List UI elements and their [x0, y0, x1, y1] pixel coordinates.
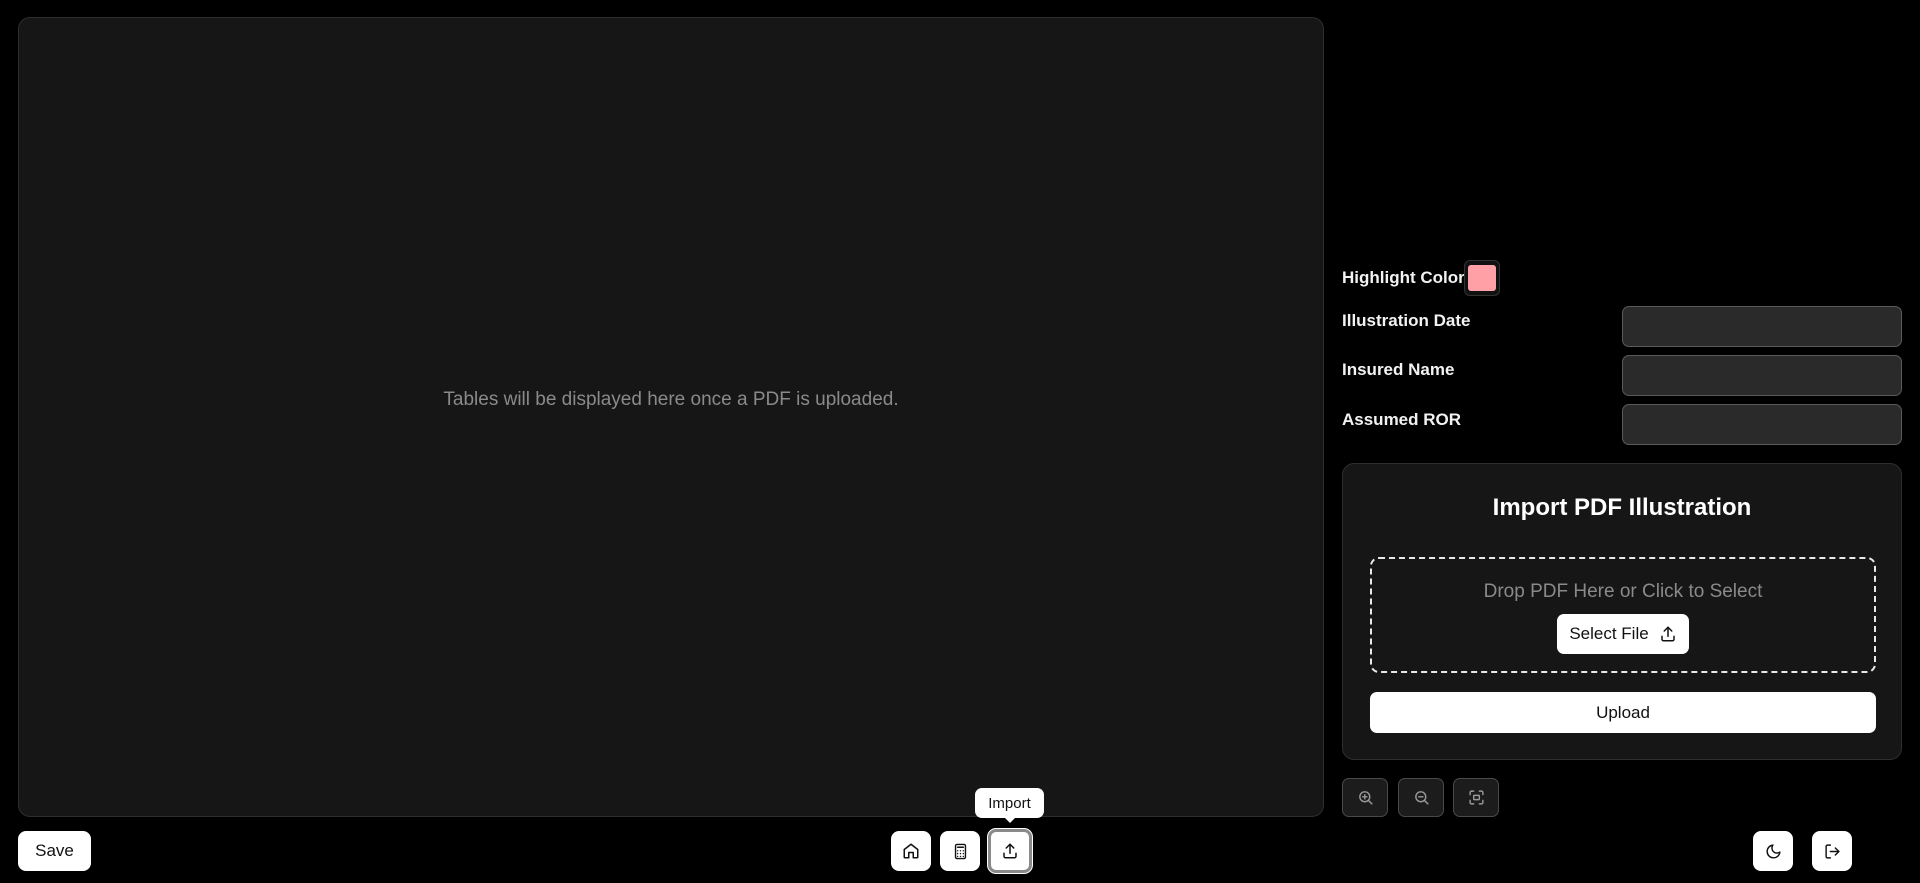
highlight-color-swatch — [1468, 265, 1496, 291]
assumed-ror-input[interactable] — [1622, 404, 1902, 445]
select-file-button[interactable]: Select File — [1557, 614, 1689, 654]
insured-name-label: Insured Name — [1342, 360, 1455, 379]
tables-panel: Tables will be displayed here once a PDF… — [18, 17, 1324, 817]
fit-screen-button[interactable] — [1453, 778, 1499, 817]
zoom-out-icon — [1413, 789, 1430, 806]
tables-placeholder: Tables will be displayed here once a PDF… — [443, 389, 899, 410]
calculator-icon — [952, 843, 969, 860]
moon-icon — [1765, 843, 1782, 860]
calculator-button[interactable] — [940, 831, 980, 871]
home-button[interactable] — [891, 831, 931, 871]
logout-icon — [1824, 843, 1841, 860]
illustration-date-label: Illustration Date — [1342, 311, 1471, 330]
upload-button[interactable]: Upload — [1370, 692, 1876, 733]
logout-button[interactable] — [1812, 831, 1852, 871]
side-panel: Highlight Color Illustration Date Insure… — [1342, 0, 1902, 883]
theme-toggle-button[interactable] — [1753, 831, 1793, 871]
fit-screen-icon — [1468, 789, 1485, 806]
upload-icon — [1659, 625, 1677, 643]
pdf-dropzone[interactable]: Drop PDF Here or Click to Select Select … — [1370, 557, 1876, 673]
import-pdf-title: Import PDF Illustration — [1492, 494, 1752, 521]
highlight-color-label: Highlight Color — [1342, 268, 1465, 287]
import-tooltip: Import — [975, 788, 1044, 823]
select-file-label: Select File — [1569, 624, 1649, 643]
dropzone-text: Drop PDF Here or Click to Select — [1483, 581, 1763, 602]
import-pdf-card: Import PDF Illustration Drop PDF Here or… — [1342, 463, 1902, 760]
illustration-date-input[interactable] — [1622, 306, 1902, 347]
zoom-in-icon — [1357, 789, 1374, 806]
highlight-color-picker[interactable] — [1464, 260, 1500, 296]
zoom-in-button[interactable] — [1342, 778, 1388, 817]
home-icon — [902, 842, 920, 860]
zoom-out-button[interactable] — [1398, 778, 1444, 817]
assumed-ror-label: Assumed ROR — [1342, 410, 1462, 429]
import-button[interactable] — [988, 829, 1032, 873]
upload-icon — [1001, 842, 1019, 860]
insured-name-input[interactable] — [1622, 355, 1902, 396]
save-button[interactable]: Save — [18, 831, 91, 871]
